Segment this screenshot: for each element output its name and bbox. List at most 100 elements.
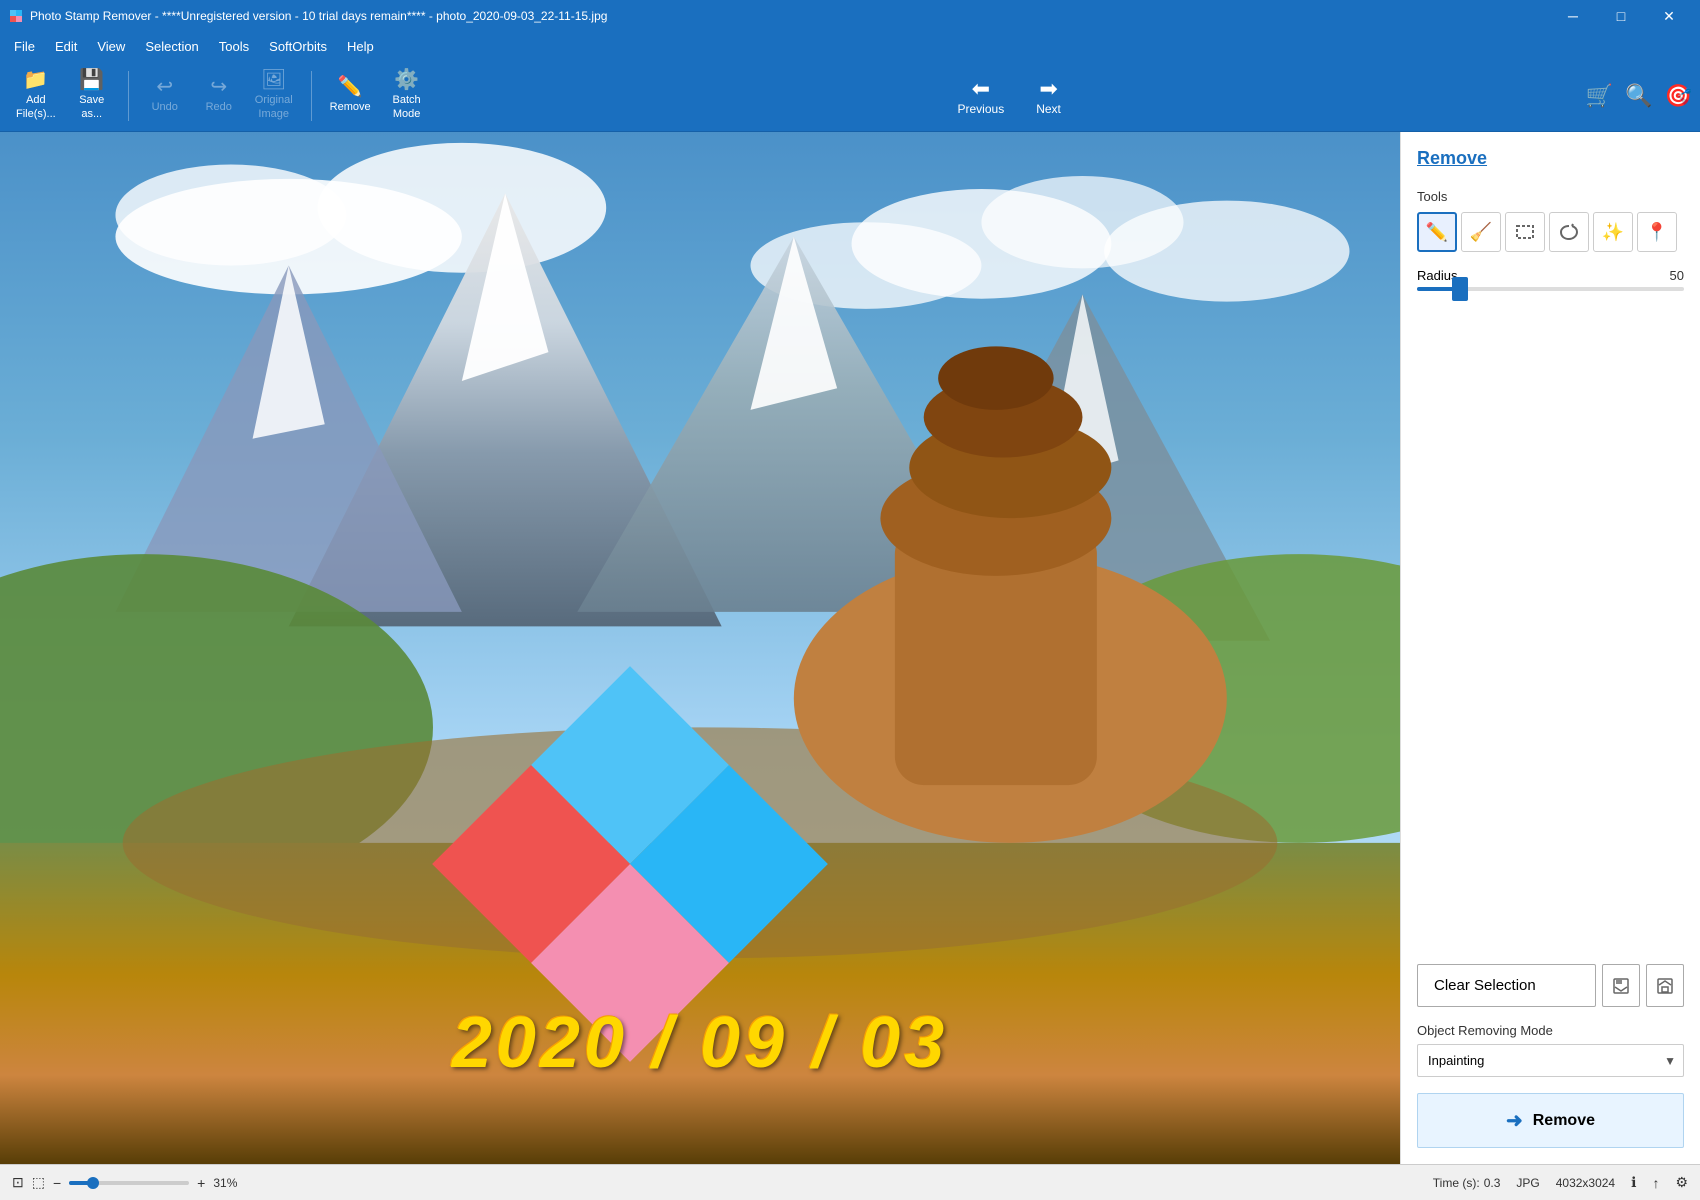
canvas-area[interactable]: 2020 / 09 / 03 <box>0 132 1400 1164</box>
add-files-label: AddFile(s)... <box>16 94 56 120</box>
zoom-out-icon[interactable]: − <box>53 1175 61 1191</box>
toolbar-sep-1 <box>128 71 129 121</box>
right-panel: Remove Tools ✏️ 🧹 ✨ 📍 Radius 50 <box>1400 132 1700 1164</box>
original-image-label: OriginalImage <box>255 94 293 120</box>
redo-label: Redo <box>206 101 232 114</box>
menu-edit[interactable]: Edit <box>45 35 87 58</box>
watermark-text: 2020 / 09 / 03 <box>452 1002 948 1084</box>
dimensions-value: 4032x3024 <box>1556 1176 1615 1190</box>
zoom-value: 31% <box>213 1176 237 1190</box>
redo-icon: ↪ <box>210 77 227 97</box>
pencil-tool-button[interactable]: ✏️ <box>1417 212 1457 252</box>
toolbar-icons-right: 🛒 🔍 🎯 <box>1586 83 1692 109</box>
menu-help[interactable]: Help <box>337 35 384 58</box>
object-removing-mode-label: Object Removing Mode <box>1417 1023 1684 1038</box>
tools-section: Tools ✏️ 🧹 ✨ 📍 <box>1417 189 1684 252</box>
toolbar-sep-2 <box>311 71 312 121</box>
remove-arrow-icon: ➜ <box>1506 1108 1523 1133</box>
panel-title: Remove <box>1417 148 1684 173</box>
minimize-button[interactable]: ─ <box>1550 0 1596 32</box>
add-files-icon: 📁 <box>23 70 48 90</box>
add-files-button[interactable]: 📁 AddFile(s)... <box>8 66 64 126</box>
object-removing-section: Object Removing Mode Inpainting Smart Fi… <box>1417 1023 1684 1077</box>
menu-tools[interactable]: Tools <box>209 35 259 58</box>
time-info: Time (s): 0.3 <box>1433 1176 1501 1190</box>
previous-icon: ⬅ <box>972 76 990 102</box>
load-selection-button[interactable] <box>1646 964 1684 1007</box>
next-button[interactable]: ➡ Next <box>1024 68 1073 124</box>
toolbar-left: 📁 AddFile(s)... 💾 Saveas... ↩ Undo ↪ Red… <box>8 66 433 126</box>
batch-mode-label: BatchMode <box>393 94 421 120</box>
statusbar-left: ⊡ ⬚ − + 31% <box>12 1174 237 1191</box>
clear-selection-label: Clear Selection <box>1434 977 1536 994</box>
lasso-tool-button[interactable] <box>1549 212 1589 252</box>
radius-section: Radius 50 <box>1417 268 1684 295</box>
file-tools-group: 📁 AddFile(s)... 💾 Saveas... <box>8 66 118 126</box>
mode-select[interactable]: Inpainting Smart Fill Move/Clone <box>1417 1044 1684 1077</box>
help-3d-icon[interactable]: 🎯 <box>1665 83 1692 109</box>
menu-file[interactable]: File <box>4 35 45 58</box>
stamp-overlay <box>490 724 770 1004</box>
save-as-label: Saveas... <box>79 94 104 120</box>
zoom-actual-icon[interactable]: ⬚ <box>32 1174 45 1191</box>
titlebar: Photo Stamp Remover - ****Unregistered v… <box>0 0 1700 32</box>
info-icon[interactable]: ℹ <box>1631 1174 1636 1191</box>
previous-button[interactable]: ⬅ Previous <box>946 68 1017 124</box>
next-icon: ➡ <box>1039 76 1057 102</box>
titlebar-title: Photo Stamp Remover - ****Unregistered v… <box>30 9 607 23</box>
format-badge: JPG <box>1516 1176 1539 1190</box>
clear-selection-button[interactable]: Clear Selection <box>1417 964 1596 1007</box>
next-label: Next <box>1036 102 1061 116</box>
menu-softorbits[interactable]: SoftOrbits <box>259 35 337 58</box>
redo-button[interactable]: ↪ Redo <box>193 66 245 126</box>
save-selection-button[interactable] <box>1602 964 1640 1007</box>
menubar: File Edit View Selection Tools SoftOrbit… <box>0 32 1700 60</box>
save-as-button[interactable]: 💾 Saveas... <box>66 66 118 126</box>
app-icon <box>8 8 24 24</box>
remove-action-button[interactable]: ➜ Remove <box>1417 1093 1684 1148</box>
tools-section-title: Tools <box>1417 189 1684 204</box>
settings-icon[interactable]: ⚙ <box>1675 1174 1688 1191</box>
close-button[interactable]: ✕ <box>1646 0 1692 32</box>
batch-mode-button[interactable]: ⚙️ BatchMode <box>381 66 433 126</box>
original-image-button[interactable]: 🖼 OriginalImage <box>247 66 301 126</box>
remove-tools-group: ✏️ Remove ⚙️ BatchMode <box>322 66 433 126</box>
zoom-thumb[interactable] <box>87 1177 99 1189</box>
time-label: Time (s): <box>1433 1176 1480 1190</box>
remove-button[interactable]: ✏️ Remove <box>322 66 379 126</box>
magic-wand-tool-button[interactable]: ✨ <box>1593 212 1633 252</box>
undo-icon: ↩ <box>156 77 173 97</box>
time-value: 0.3 <box>1484 1176 1501 1190</box>
main-layout: 2020 / 09 / 03 Remove Tools ✏️ 🧹 ✨ 📍 Rad… <box>0 132 1700 1164</box>
radius-value: 50 <box>1670 268 1684 283</box>
menu-selection[interactable]: Selection <box>135 35 208 58</box>
zoom-in-icon[interactable]: + <box>197 1175 205 1191</box>
edit-tools-group: ↩ Undo ↪ Redo 🖼 OriginalImage <box>139 66 301 126</box>
batch-mode-icon: ⚙️ <box>394 70 419 90</box>
search-icon[interactable]: 🔍 <box>1625 83 1652 109</box>
maximize-button[interactable]: □ <box>1598 0 1644 32</box>
toolbar: 📁 AddFile(s)... 💾 Saveas... ↩ Undo ↪ Red… <box>0 60 1700 132</box>
menu-view[interactable]: View <box>87 35 135 58</box>
save-as-icon: 💾 <box>79 70 104 90</box>
radius-slider[interactable] <box>1417 287 1684 291</box>
cart-icon[interactable]: 🛒 <box>1586 83 1613 109</box>
undo-button[interactable]: ↩ Undo <box>139 66 191 126</box>
share-icon[interactable]: ↑ <box>1652 1175 1659 1191</box>
undo-label: Undo <box>152 101 178 114</box>
slider-track <box>1417 287 1684 291</box>
titlebar-controls: ─ □ ✕ <box>1550 0 1692 32</box>
original-image-icon: 🖼 <box>261 70 286 90</box>
slider-thumb[interactable] <box>1452 277 1468 301</box>
eraser-tool-button[interactable]: 🧹 <box>1461 212 1501 252</box>
zoom-fill <box>69 1181 89 1185</box>
previous-label: Previous <box>958 102 1005 116</box>
zoom-slider[interactable] <box>69 1181 189 1185</box>
rectangle-tool-button[interactable] <box>1505 212 1545 252</box>
stamp-tool-button[interactable]: 📍 <box>1637 212 1677 252</box>
remove-tool-label: Remove <box>330 101 371 114</box>
zoom-fit-icon[interactable]: ⊡ <box>12 1174 24 1191</box>
mode-select-wrapper: Inpainting Smart Fill Move/Clone ▼ <box>1417 1044 1684 1077</box>
clear-selection-row: Clear Selection <box>1417 964 1684 1007</box>
panel-spacer <box>1417 311 1684 948</box>
